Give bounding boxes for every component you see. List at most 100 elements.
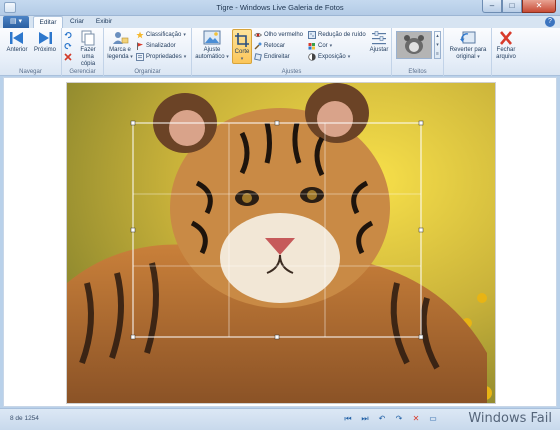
status-bar: 8 de 1254 ⏮ ⏭ ↶ ↷ ✕ ▭ Windows Fail (0, 408, 560, 430)
minimize-button[interactable]: – (482, 0, 502, 13)
fechar-label-2: arquivo (496, 54, 516, 60)
revert-icon (459, 30, 477, 46)
ajustar-button[interactable]: Ajustar (368, 30, 390, 54)
reducao-ruido-button[interactable]: Redução de ruído (308, 30, 366, 40)
group-reverter: Reverter para original ▾ (444, 28, 492, 76)
copy-icon (79, 30, 97, 46)
olho-vermelho-label: Olho vermelho (264, 32, 304, 38)
next-photo-icon[interactable]: ⏭ (359, 413, 371, 425)
corte-label: Corte (234, 49, 250, 55)
group-organizar: Marca e legenda ▾ Classificação ▾ Sinali… (104, 28, 192, 76)
classificacao-button[interactable]: Classificação ▾ (136, 30, 186, 40)
window-controls: – □ ✕ (482, 0, 556, 13)
noise-reduction-icon (308, 31, 316, 39)
marca-legenda-label-1: Marca e (109, 47, 131, 53)
maximize-button[interactable]: □ (502, 0, 522, 13)
title-bar: Tigre - Windows Live Galeria de Fotos – … (0, 0, 560, 16)
ajustar-label: Ajustar (369, 47, 389, 53)
chevron-down-icon: ▾ (329, 43, 333, 49)
watermark-text: Windows Fail (468, 411, 552, 426)
proximo-button[interactable]: Próximo (31, 30, 59, 54)
cor-label: Cor (318, 43, 328, 49)
classificacao-label: Classificação (146, 32, 182, 38)
olho-vermelho-button[interactable]: Olho vermelho (254, 30, 303, 40)
retouch-brush-icon (254, 42, 262, 50)
auto-adjust-icon (203, 30, 221, 46)
retocar-label: Retocar (264, 43, 286, 49)
chevron-down-icon: ▾ (130, 54, 133, 60)
fazer-copia-label-1: Fazer uma (80, 47, 96, 60)
sliders-icon (370, 30, 388, 46)
previous-photo-icon[interactable]: ⏮ (342, 413, 354, 425)
effects-gallery-scroll[interactable]: ▴ ▾ ≡ (434, 31, 441, 59)
photo-canvas[interactable] (66, 82, 496, 404)
tab-exibir[interactable]: Exibir (92, 16, 116, 28)
crop-icon (233, 32, 251, 48)
ajuste-automatico-button[interactable]: Ajuste automático ▾ (194, 30, 230, 61)
ajuste-automatico-label-2: automático (195, 54, 225, 60)
help-icon[interactable]: ? (545, 17, 555, 27)
fazer-copia-button[interactable]: Fazer uma cópia (74, 30, 102, 68)
color-palette-icon (308, 42, 316, 50)
close-x-icon (497, 30, 515, 46)
chevron-down-icon: ▾ (226, 54, 229, 60)
effect-thumbnail-grayscale[interactable] (396, 31, 432, 59)
delete-bottom-icon[interactable]: ✕ (410, 413, 422, 425)
exposicao-button[interactable]: Exposição ▾ (308, 52, 350, 62)
chevron-down-icon: ▾ (183, 32, 186, 38)
photo-counter: 8 de 1254 (10, 415, 39, 422)
application-menu-button[interactable]: ▤ ▾ (3, 16, 29, 28)
group-label-gerenciar: Gerenciar (69, 69, 96, 75)
next-arrow-icon (36, 30, 54, 46)
reverter-label-1: Reverter para (449, 47, 487, 53)
sinalizador-label: Sinalizador (146, 43, 176, 49)
chevron-down-icon: ▾ (183, 54, 187, 60)
group-efeitos: ▴ ▾ ≡ Efeitos (392, 28, 444, 76)
chevron-down-icon: ▾ (347, 54, 351, 60)
star-icon (136, 31, 144, 39)
group-ajustes: Ajuste automático ▾ Corte ▾ Olho vermelh… (192, 28, 392, 76)
group-label-efeitos: Efeitos (408, 69, 427, 75)
reverter-label-2: original (456, 54, 476, 60)
cor-button[interactable]: Cor ▾ (308, 41, 332, 51)
group-label-organizar: Organizar (134, 69, 161, 75)
reverter-original-button[interactable]: Reverter para original ▾ (446, 30, 490, 61)
endireitar-label: Endireitar (264, 54, 290, 60)
corte-button[interactable]: Corte ▾ (232, 29, 252, 64)
rotate-left-icon[interactable] (64, 31, 72, 39)
chevron-down-icon: ▾ (477, 54, 480, 60)
fechar-label-1: Fechar (496, 47, 516, 53)
delete-icon[interactable] (64, 53, 72, 61)
slideshow-icon[interactable]: ▭ (427, 413, 439, 425)
chevron-down-icon: ▾ (240, 56, 244, 62)
fechar-arquivo-button[interactable]: Fechar arquivo (492, 30, 520, 61)
tag-person-icon (111, 30, 129, 46)
ribbon: Anterior Próximo Navegar Fazer uma cópia… (0, 28, 560, 76)
rotate-right-bottom-icon[interactable]: ↷ (393, 413, 405, 425)
bottom-toolbar: ⏮ ⏭ ↶ ↷ ✕ ▭ (342, 413, 439, 425)
marca-legenda-button[interactable]: Marca e legenda ▾ (106, 30, 134, 61)
tab-criar[interactable]: Criar (66, 16, 88, 28)
group-label-navegar: Navegar (19, 69, 42, 75)
exposicao-label: Exposição (318, 54, 346, 60)
proximo-label: Próximo (33, 47, 56, 53)
previous-arrow-icon (8, 30, 26, 46)
eye-icon (254, 31, 262, 39)
group-label-ajustes: Ajustes (281, 69, 302, 75)
ajuste-automatico-label-1: Ajuste (203, 47, 221, 53)
group-gerenciar: Fazer uma cópia Gerenciar (62, 28, 104, 76)
endireitar-button[interactable]: Endireitar (254, 52, 290, 62)
rotate-left-bottom-icon[interactable]: ↶ (376, 413, 388, 425)
photo-viewer (3, 77, 557, 407)
tab-editar[interactable]: Editar (33, 16, 63, 28)
rotate-right-icon[interactable] (64, 42, 72, 50)
close-button[interactable]: ✕ (522, 0, 556, 13)
anterior-label: Anterior (6, 47, 28, 53)
propriedades-button[interactable]: Propriedades ▾ (136, 52, 186, 62)
window-title: Tigre - Windows Live Galeria de Fotos (216, 3, 344, 12)
fazer-copia-label-2: cópia (80, 61, 96, 67)
flag-icon (136, 42, 144, 50)
anterior-button[interactable]: Anterior (4, 30, 30, 54)
sinalizador-button[interactable]: Sinalizador (136, 41, 176, 51)
retocar-button[interactable]: Retocar (254, 41, 285, 51)
